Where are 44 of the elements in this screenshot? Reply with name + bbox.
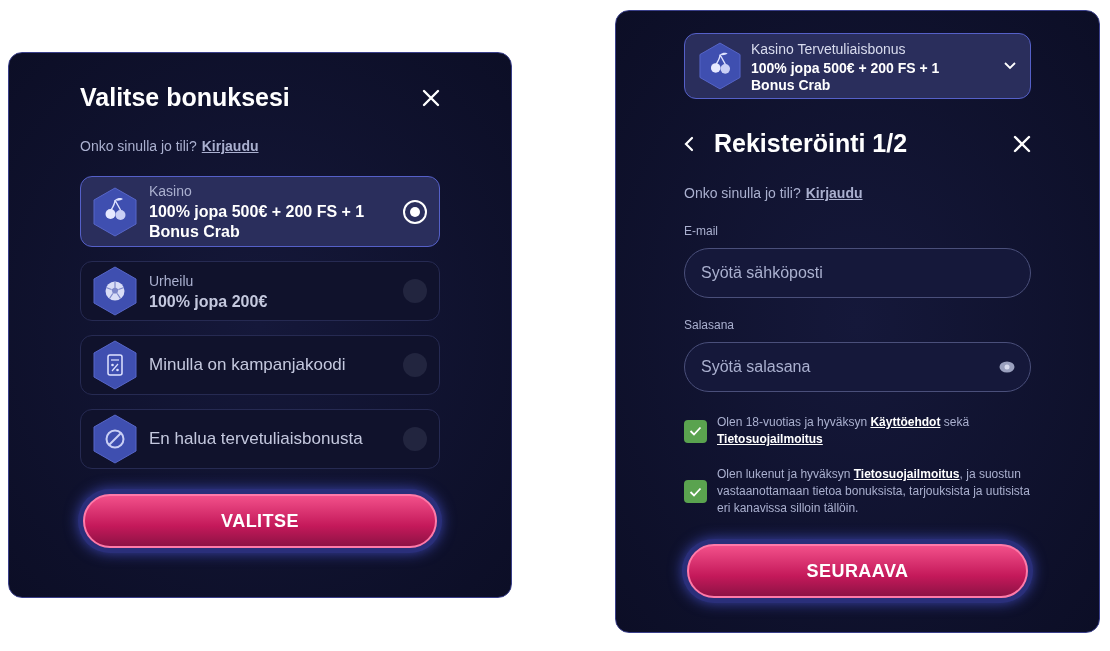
option-title: En halua tervetuliaisbonusta	[149, 428, 364, 451]
login-prompt: Onko sinulla jo tili?	[80, 137, 197, 156]
consent-text: Olen 18-vuotias ja hyväksyn Käyttöehdot sekä Tietosuojailmoitus	[717, 414, 971, 448]
cherry-icon	[93, 186, 137, 237]
checkmark-icon	[689, 486, 702, 497]
field-label: Salasana	[684, 317, 736, 334]
radio-button[interactable]	[403, 199, 427, 224]
prohibited-icon	[93, 414, 137, 464]
coupon-icon	[93, 340, 137, 390]
field-label: E-mail	[684, 223, 719, 240]
bonus-dropdown[interactable]: Kasino Tervetuliaisbonus 100% jopa 500€ + 200 FS + 1 Bonus Crab	[684, 33, 1031, 99]
consent-text: Olen lukenut ja hyväksyn Tietosuojailmoitus, ja suostun vastaanottamaan tietoa bonuksista, tarjouksista ja uutisista eri kanavissa silloin tällöin.	[717, 466, 1031, 517]
cherry-icon	[699, 42, 741, 90]
dialog-title: Valitse bonuksesi	[80, 82, 290, 114]
terms-link[interactable]: Käyttöehdot	[870, 415, 941, 429]
terms-link[interactable]: Tietosuojailmoitus	[717, 432, 823, 446]
bonus-option[interactable]: Minulla on kampanjakoodi	[80, 335, 440, 395]
option-title: 100% jopa 200€	[149, 291, 269, 312]
chevron-down-icon	[1004, 62, 1016, 70]
terms-link[interactable]: Tietosuojailmoitus	[853, 467, 960, 481]
option-title: 100% jopa 500€ + 200 FS + 1 Bonus Crab	[149, 202, 366, 242]
back-icon[interactable]	[684, 136, 694, 152]
login-prompt: Onko sinulla jo tili?	[684, 184, 801, 203]
primary-button[interactable]: VALITSE	[83, 494, 437, 548]
option-category: Kasino	[149, 182, 193, 201]
bonus-option[interactable]: En halua tervetuliaisbonusta	[80, 409, 440, 469]
dropdown-value: 100% jopa 500€ + 200 FS + 1 Bonus Crab	[751, 59, 941, 94]
close-icon[interactable]	[422, 89, 440, 107]
dialog-title: Rekisteröinti 1/2	[714, 128, 909, 160]
primary-button[interactable]: SEURAAVA	[687, 544, 1028, 598]
checkbox[interactable]	[684, 480, 707, 503]
input-field[interactable]: Syötä sähköposti	[684, 248, 1031, 298]
bonus-option[interactable]: Urheilu 100% jopa 200€	[80, 261, 440, 321]
option-category: Urheilu	[149, 271, 195, 291]
checkmark-icon	[689, 426, 702, 436]
close-icon[interactable]	[1013, 135, 1031, 153]
checkbox[interactable]	[684, 419, 707, 443]
eye-icon[interactable]	[999, 361, 1015, 373]
login-link[interactable]: Kirjaudu	[201, 136, 259, 157]
login-link[interactable]: Kirjaudu	[805, 183, 863, 204]
option-title: Minulla on kampanjakoodi	[149, 354, 347, 377]
input-field[interactable]: Syötä salasana	[684, 342, 1031, 392]
bonus-option[interactable]: Kasino 100% jopa 500€ + 200 FS + 1 Bonus Crab	[80, 176, 440, 247]
dropdown-label: Kasino Tervetuliaisbonus	[751, 39, 907, 59]
